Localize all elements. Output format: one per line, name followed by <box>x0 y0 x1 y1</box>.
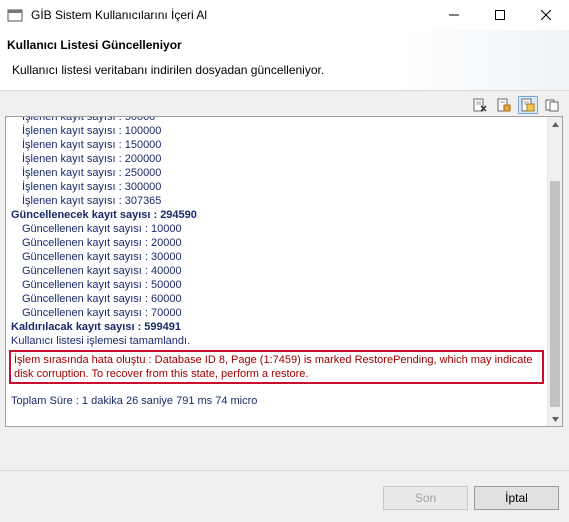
clear-log-button[interactable] <box>470 96 490 114</box>
scroll-down-icon <box>551 416 559 422</box>
copy-log-button[interactable] <box>518 96 538 114</box>
total-time: Toplam Süre : 1 dakika 26 saniye 791 ms … <box>11 395 258 407</box>
log-line: Güncellenen kayıt sayısı : 30000 <box>22 251 182 263</box>
log-line: İşlenen kayıt sayısı : 100000 <box>22 125 162 137</box>
clear-log-icon <box>473 98 487 112</box>
page-description: Kullanıcı listesi veritabanı indirilen d… <box>12 63 325 77</box>
scroll-thumb[interactable] <box>550 181 560 407</box>
save-log-icon <box>497 98 511 112</box>
update-count-header: Güncellenecek kayıt sayısı : 294590 <box>11 209 197 221</box>
close-button[interactable] <box>523 0 569 30</box>
log-line: Güncellenen kayıt sayısı : 40000 <box>22 265 182 277</box>
log-lines: İşlenen kayıt sayısı : 50000 İşlenen kay… <box>6 116 546 408</box>
vertical-scrollbar[interactable] <box>547 117 562 426</box>
footer-divider <box>0 470 569 471</box>
page-title: Kullanıcı Listesi Güncelleniyor <box>7 38 182 52</box>
minimize-button[interactable] <box>431 0 477 30</box>
minimize-icon <box>449 14 459 16</box>
remove-count-header: Kaldırılacak kayıt sayısı : 599491 <box>11 321 182 333</box>
log-line: İşlenen kayıt sayısı : 250000 <box>22 167 162 179</box>
wizard-header: Kullanıcı Listesi Güncelleniyor Kullanıc… <box>0 30 569 91</box>
log-spacer <box>6 384 546 394</box>
cancel-button[interactable]: İptal <box>474 486 559 510</box>
scroll-up-button[interactable] <box>548 117 562 131</box>
log-line: İşlenen kayıt sayısı : 307365 <box>22 195 162 207</box>
scroll-down-button[interactable] <box>548 412 562 426</box>
maximize-icon <box>495 10 505 20</box>
log-line: İşlenen kayıt sayısı : 150000 <box>22 139 162 151</box>
app-icon <box>7 9 23 22</box>
log-line: İşlenen kayıt sayısı : 300000 <box>22 181 162 193</box>
paste-button[interactable] <box>542 96 562 114</box>
scroll-up-icon <box>551 121 559 127</box>
finish-button[interactable]: Son <box>383 486 468 510</box>
log-line: İşlenen kayıt sayısı : 200000 <box>22 153 162 165</box>
copy-log-icon <box>521 98 535 112</box>
maximize-button[interactable] <box>477 0 523 30</box>
log-line: Güncellenen kayıt sayısı : 20000 <box>22 237 182 249</box>
log-panel[interactable]: İşlenen kayıt sayısı : 50000 İşlenen kay… <box>5 116 563 427</box>
log-line: Güncellenen kayıt sayısı : 60000 <box>22 293 182 305</box>
log-line: Güncellenen kayıt sayısı : 10000 <box>22 223 182 235</box>
paste-icon <box>545 99 559 112</box>
error-message: İşlem sırasında hata oluştu : Database I… <box>9 350 544 384</box>
window-title: GİB Sistem Kullanıcılarını İçeri Al <box>31 8 208 22</box>
log-line: İşlenen kayıt sayısı : 50000 <box>22 116 156 123</box>
completed-message: Kullanıcı listesi işlemesi tamamlandı. <box>11 335 191 347</box>
log-toolbar <box>470 96 562 114</box>
log-line: Güncellenen kayıt sayısı : 70000 <box>22 307 182 319</box>
window-controls <box>431 0 569 30</box>
log-line: Güncellenen kayıt sayısı : 50000 <box>22 279 182 291</box>
save-log-button[interactable] <box>494 96 514 114</box>
close-icon <box>541 10 551 20</box>
title-bar: GİB Sistem Kullanıcılarını İçeri Al <box>0 0 569 30</box>
